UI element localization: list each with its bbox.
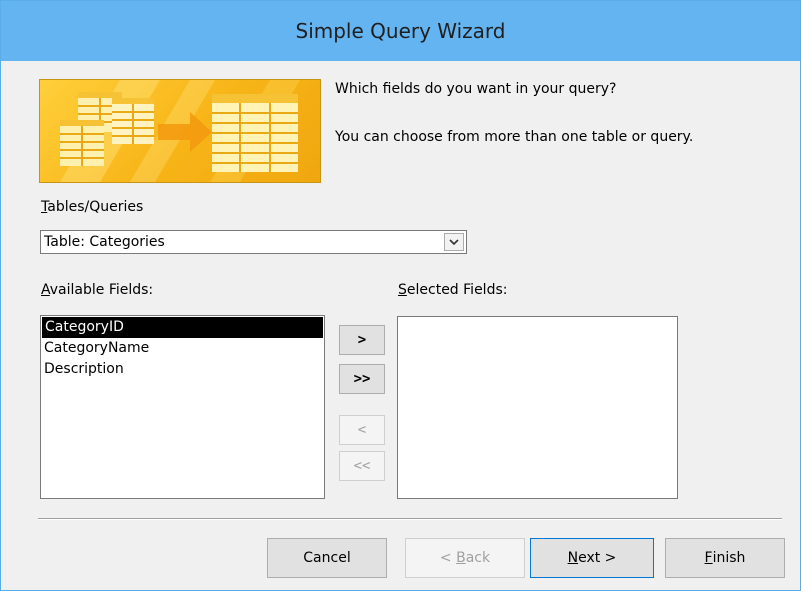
list-item[interactable]: CategoryID — [42, 317, 323, 338]
remove-field-button[interactable]: < — [339, 415, 385, 445]
window-title: Simple Query Wizard — [295, 19, 506, 43]
prompt-hint: You can choose from more than one table … — [335, 129, 694, 145]
next-button[interactable]: Next > — [530, 538, 654, 578]
footer-divider — [38, 518, 782, 520]
remove-all-fields-button[interactable]: << — [339, 451, 385, 481]
finish-button[interactable]: Finish — [665, 538, 785, 578]
tables-queries-label: Tables/Queries — [41, 199, 144, 215]
selected-fields-label: Selected Fields: — [398, 282, 508, 298]
list-item[interactable]: Description — [41, 359, 324, 380]
prompt-question: Which fields do you want in your query? — [335, 81, 617, 97]
tables-queries-value: Table: Categories — [44, 234, 165, 250]
wizard-window: Simple Query Wizard Which fields do you … — [0, 0, 801, 591]
cancel-button[interactable]: Cancel — [267, 538, 387, 578]
available-fields-list[interactable]: CategoryID CategoryName Description — [40, 315, 325, 499]
available-fields-label: Available Fields: — [41, 282, 154, 298]
selected-fields-list[interactable] — [397, 316, 678, 499]
tables-queries-combo[interactable]: Table: Categories — [40, 230, 467, 254]
list-item[interactable]: CategoryName — [41, 338, 324, 359]
title-bar: Simple Query Wizard — [1, 1, 800, 61]
add-all-fields-button[interactable]: >> — [339, 364, 385, 394]
add-field-button[interactable]: > — [339, 325, 385, 355]
wizard-banner-icon — [39, 79, 321, 183]
back-button[interactable]: < Back — [405, 538, 525, 578]
chevron-down-icon — [449, 238, 459, 245]
combo-dropdown-button[interactable] — [444, 233, 464, 251]
